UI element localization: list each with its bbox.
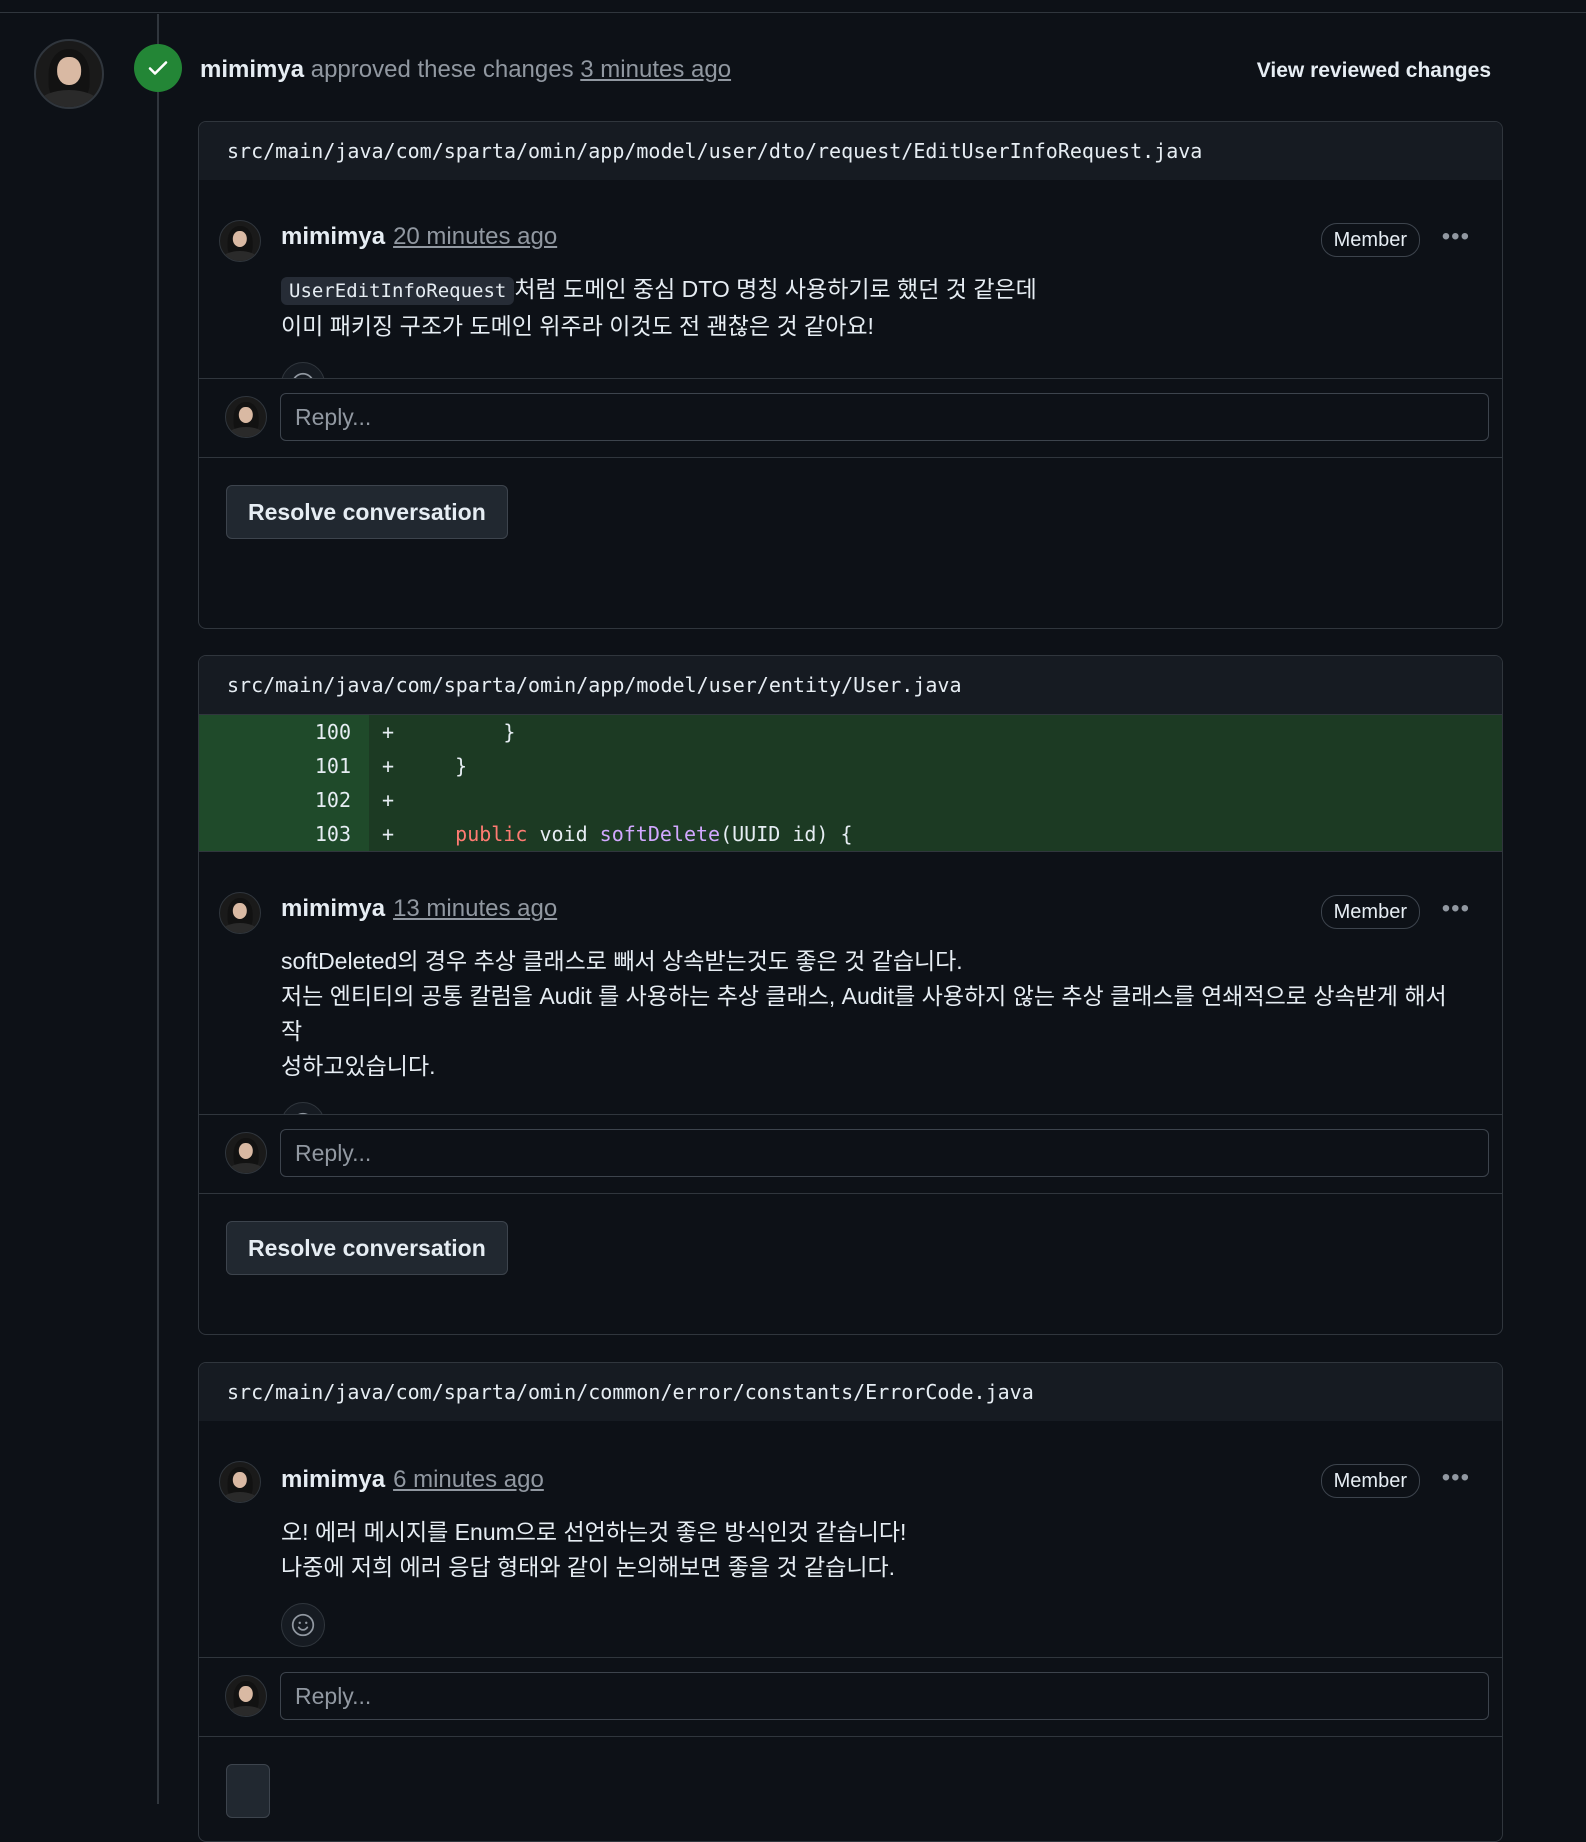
review-author-link[interactable]: mimimya: [200, 56, 304, 83]
diff-code: public void softDelete(UUID id) {: [407, 822, 853, 846]
file-path[interactable]: src/main/java/com/sparta/omin/app/model/…: [199, 122, 1502, 180]
resolve-conversation-button[interactable]: [226, 1764, 270, 1818]
reply-avatar: [225, 396, 267, 438]
comment-time-link[interactable]: 6 minutes ago: [393, 1466, 544, 1494]
review-thread: src/main/java/com/sparta/omin/app/model/…: [198, 121, 1503, 629]
code-plain: void: [527, 822, 600, 846]
comment-time-link[interactable]: 20 minutes ago: [393, 223, 557, 251]
diff-line: 100 + }: [199, 715, 1502, 749]
comment-avatar[interactable]: [219, 1461, 261, 1503]
comment-text: softDeleted의 경우 추상 클래스로 빼서 상속받는것도 좋은 것 같…: [281, 948, 963, 974]
member-badge: Member: [1320, 895, 1420, 929]
comment-text: 오! 에러 메시지를 Enum으로 선언하는것 좋은 방식인것 같습니다!: [281, 1519, 907, 1545]
review-thread: src/main/java/com/sparta/omin/common/err…: [198, 1362, 1503, 1842]
reply-input[interactable]: Reply...: [280, 1672, 1489, 1720]
comment-text: 저는 엔티티의 공통 칼럼을 Audit 를 사용하는 추상 클래스, Audi…: [281, 983, 1447, 1044]
diff-sign: +: [381, 754, 395, 778]
reply-row: Reply...: [199, 1114, 1502, 1194]
file-path[interactable]: src/main/java/com/sparta/omin/app/model/…: [199, 656, 1502, 714]
review-comment: mimimya 13 minutes ago Member ••• softDe…: [199, 852, 1502, 1146]
file-path[interactable]: src/main/java/com/sparta/omin/common/err…: [199, 1363, 1502, 1421]
comment-body: softDeleted의 경우 추상 클래스로 빼서 상속받는것도 좋은 것 같…: [281, 944, 1474, 1084]
line-number[interactable]: 103: [199, 817, 369, 851]
diff-code: }: [407, 754, 468, 778]
approved-check-icon: [134, 44, 182, 92]
review-comment: mimimya 20 minutes ago Member ••• UserEd…: [199, 180, 1502, 406]
comment-text: 처럼 도메인 중심 DTO 명칭 사용하기로 했던 것 같은데: [514, 276, 1037, 302]
diff-line: 102 +: [199, 783, 1502, 817]
reply-input[interactable]: Reply...: [280, 1129, 1489, 1177]
line-number[interactable]: 102: [199, 783, 369, 817]
diff-sign: +: [381, 822, 395, 846]
comment-text: 이미 패키징 구조가 도메인 위주라 이것도 전 괜찮은 것 같아요!: [281, 313, 874, 339]
resolve-conversation-button[interactable]: Resolve conversation: [226, 1221, 508, 1275]
review-thread: src/main/java/com/sparta/omin/app/model/…: [198, 655, 1503, 1335]
add-reaction-smiley-icon[interactable]: [281, 1603, 325, 1647]
timeline-line: [157, 14, 159, 1804]
comment-body: 오! 에러 메시지를 Enum으로 선언하는것 좋은 방식인것 같습니다! 나중…: [281, 1515, 1474, 1585]
comment-text: 나중에 저희 에러 응답 형태와 같이 논의해보면 좋을 것 같습니다.: [281, 1554, 896, 1580]
more-options-icon[interactable]: •••: [1442, 896, 1470, 922]
comment-author-link[interactable]: mimimya: [281, 223, 385, 251]
member-badge: Member: [1320, 1464, 1420, 1498]
review-action-text: approved these changes: [310, 56, 574, 83]
keyword-public: public: [455, 822, 528, 846]
comment-text: 성하고있습니다.: [281, 1053, 436, 1079]
reply-avatar: [225, 1132, 267, 1174]
reply-row: Reply...: [199, 1657, 1502, 1737]
comment-avatar[interactable]: [219, 892, 261, 934]
reply-input[interactable]: Reply...: [280, 393, 1489, 441]
comment-author-link[interactable]: mimimya: [281, 895, 385, 923]
diff-sign: +: [381, 788, 395, 812]
review-summary: mimimya approved these changes 3 minutes…: [200, 52, 731, 88]
comment-author-link[interactable]: mimimya: [281, 1466, 385, 1494]
diff-code: }: [407, 720, 516, 744]
reviewer-avatar[interactable]: [34, 39, 104, 109]
member-badge: Member: [1320, 223, 1420, 257]
review-time-link[interactable]: 3 minutes ago: [580, 56, 731, 83]
view-reviewed-changes-link[interactable]: View reviewed changes: [1257, 54, 1491, 88]
more-options-icon[interactable]: •••: [1442, 1465, 1470, 1491]
reply-avatar: [225, 1675, 267, 1717]
more-options-icon[interactable]: •••: [1442, 224, 1470, 250]
line-number[interactable]: 100: [199, 715, 369, 749]
comment-body: UserEditInfoRequest 처럼 도메인 중심 DTO 명칭 사용하기…: [281, 272, 1474, 344]
diff-sign: +: [381, 720, 395, 744]
diff-line: 101 + }: [199, 749, 1502, 783]
comment-avatar[interactable]: [219, 220, 261, 262]
function-name: softDelete: [599, 822, 721, 846]
diff-line: 103 + public void softDelete(UUID id) {: [199, 817, 1502, 851]
diff-hunk: 100 + } 101 + } 102 + 103 + public void …: [199, 714, 1502, 852]
top-divider: [0, 12, 1586, 13]
code-rest: (UUID id) {: [720, 822, 853, 846]
comment-time-link[interactable]: 13 minutes ago: [393, 895, 557, 923]
line-number[interactable]: 101: [199, 749, 369, 783]
inline-code: UserEditInfoRequest: [281, 277, 515, 305]
resolve-conversation-button[interactable]: Resolve conversation: [226, 485, 508, 539]
reply-row: Reply...: [199, 378, 1502, 458]
